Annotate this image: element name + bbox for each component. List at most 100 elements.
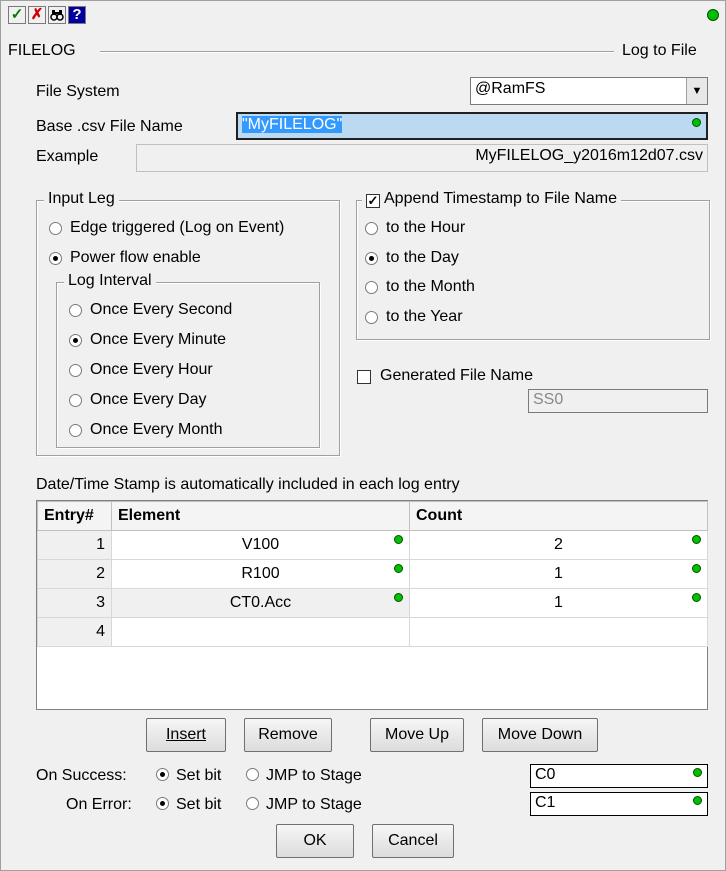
ts-hour-label: to the Hour	[386, 219, 466, 236]
table-row[interactable]: 2 R100 1	[37, 559, 708, 589]
example-label: Example	[36, 148, 99, 165]
status-led-icon	[693, 796, 702, 805]
interval-second-radio[interactable]	[69, 304, 82, 317]
interval-minute-radio[interactable]	[69, 334, 82, 347]
interval-hour-label: Once Every Hour	[90, 361, 213, 378]
count-cell[interactable]: 1	[409, 559, 708, 589]
table-row[interactable]: 4	[37, 617, 708, 647]
timestamp-title: ✓ Append Timestamp to File Name	[362, 190, 621, 208]
ts-hour-radio[interactable]	[365, 222, 378, 235]
ts-day-radio[interactable]	[365, 252, 378, 265]
cancel-button[interactable]: Cancel	[372, 824, 454, 858]
input-leg-title: Input Leg	[44, 190, 119, 208]
on-error-address-value: C1	[535, 794, 556, 811]
x-icon: ✗	[30, 6, 44, 23]
status-led-icon	[394, 535, 403, 544]
interval-day-label: Once Every Day	[90, 391, 207, 408]
ts-year-radio[interactable]	[365, 311, 378, 324]
interval-second-label: Once Every Second	[90, 301, 233, 318]
log-entries-grid[interactable]: Entry# Element Count 1 V100 2 2 R100 1 3…	[36, 500, 708, 710]
move-up-button[interactable]: Move Up	[370, 718, 464, 752]
element-cell[interactable]: CT0.Acc	[111, 588, 410, 618]
interval-hour-radio[interactable]	[69, 364, 82, 377]
ts-year-label: to the Year	[386, 308, 463, 325]
count-cell[interactable]: 1	[409, 588, 708, 618]
error-jmp-label: JMP to Stage	[266, 796, 362, 813]
ok-button-label: OK	[303, 832, 327, 849]
append-timestamp-label: Append Timestamp to File Name	[384, 190, 617, 207]
example-value: MyFILELOG_y2016m12d07.csv	[475, 147, 703, 164]
interval-minute-label: Once Every Minute	[90, 331, 227, 348]
success-set-bit-radio[interactable]	[156, 768, 169, 781]
element-cell[interactable]: R100	[111, 559, 410, 589]
count-cell[interactable]: 2	[409, 530, 708, 560]
ts-month-radio[interactable]	[365, 281, 378, 294]
count-value: 1	[554, 594, 563, 611]
entry-number: 4	[37, 617, 112, 647]
table-row[interactable]: 1 V100 2	[37, 530, 708, 560]
header-divider	[100, 51, 614, 53]
error-set-bit-radio[interactable]	[156, 797, 169, 810]
count-cell[interactable]	[409, 617, 708, 647]
generated-file-name-value: SS0	[533, 391, 564, 408]
remove-button-label: Remove	[258, 726, 318, 743]
ts-day-label: to the Day	[386, 249, 459, 266]
example-field: MyFILELOG_y2016m12d07.csv	[136, 144, 708, 172]
success-jmp-label: JMP to Stage	[266, 767, 362, 784]
on-success-address-input[interactable]: C0	[530, 764, 708, 788]
interval-month-radio[interactable]	[69, 424, 82, 437]
help-button[interactable]: ?	[68, 6, 86, 24]
power-flow-radio[interactable]	[49, 252, 62, 265]
move-down-button-label: Move Down	[497, 726, 583, 743]
error-jmp-radio[interactable]	[246, 797, 259, 810]
column-header-entry[interactable]: Entry#	[37, 501, 112, 531]
count-value: 1	[554, 565, 563, 582]
remove-button[interactable]: Remove	[244, 718, 332, 752]
insert-button-label: Insert	[165, 726, 206, 743]
on-error-address-input[interactable]: C1	[530, 792, 708, 816]
move-down-button[interactable]: Move Down	[482, 718, 598, 752]
base-name-value: "MyFILELOG"	[242, 116, 343, 133]
on-success-label: On Success:	[36, 767, 127, 784]
file-system-select[interactable]: @RamFS ▼	[470, 77, 708, 105]
interval-day-radio[interactable]	[69, 394, 82, 407]
element-cell[interactable]	[111, 617, 410, 647]
generated-file-name-label: Generated File Name	[380, 367, 533, 384]
success-jmp-radio[interactable]	[246, 768, 259, 781]
status-led-icon	[693, 768, 702, 777]
entry-number: 3	[37, 588, 112, 618]
accept-button[interactable]: ✓	[8, 6, 26, 24]
edge-triggered-label: Edge triggered (Log on Event)	[70, 219, 285, 236]
table-row[interactable]: 3 CT0.Acc 1	[37, 588, 708, 618]
status-led-icon	[707, 9, 719, 21]
element-value: V100	[241, 536, 280, 553]
power-flow-label: Power flow enable	[70, 249, 201, 266]
instruction-description: Log to File	[622, 42, 697, 59]
ok-button[interactable]: OK	[276, 824, 354, 858]
file-system-value: @RamFS	[475, 80, 546, 97]
status-led-icon	[394, 564, 403, 573]
on-success-address-value: C0	[535, 766, 556, 783]
generated-file-name-checkbox[interactable]	[357, 370, 371, 384]
timestamp-note: Date/Time Stamp is automatically include…	[36, 476, 460, 493]
edge-triggered-radio[interactable]	[49, 222, 62, 235]
status-led-icon	[692, 535, 701, 544]
element-cell[interactable]: V100	[111, 530, 410, 560]
ts-month-label: to the Month	[386, 278, 475, 295]
count-value: 2	[554, 536, 563, 553]
table-header-row: Entry# Element Count	[37, 501, 708, 531]
column-header-count[interactable]: Count	[409, 501, 708, 531]
insert-button[interactable]: Insert	[146, 718, 226, 752]
check-icon: ✓	[10, 6, 24, 23]
cancel-toolbar-button[interactable]: ✗	[28, 6, 46, 24]
dropdown-arrow-icon[interactable]: ▼	[686, 78, 707, 104]
entry-number: 2	[37, 559, 112, 589]
browse-button[interactable]	[48, 6, 66, 24]
help-icon: ?	[72, 6, 82, 23]
base-name-input[interactable]: "MyFILELOG"	[236, 112, 708, 140]
instruction-name: FILELOG	[8, 42, 76, 59]
column-header-element[interactable]: Element	[111, 501, 410, 531]
on-error-label: On Error:	[66, 796, 132, 813]
append-timestamp-checkbox[interactable]: ✓	[366, 194, 380, 208]
interval-month-label: Once Every Month	[90, 421, 223, 438]
